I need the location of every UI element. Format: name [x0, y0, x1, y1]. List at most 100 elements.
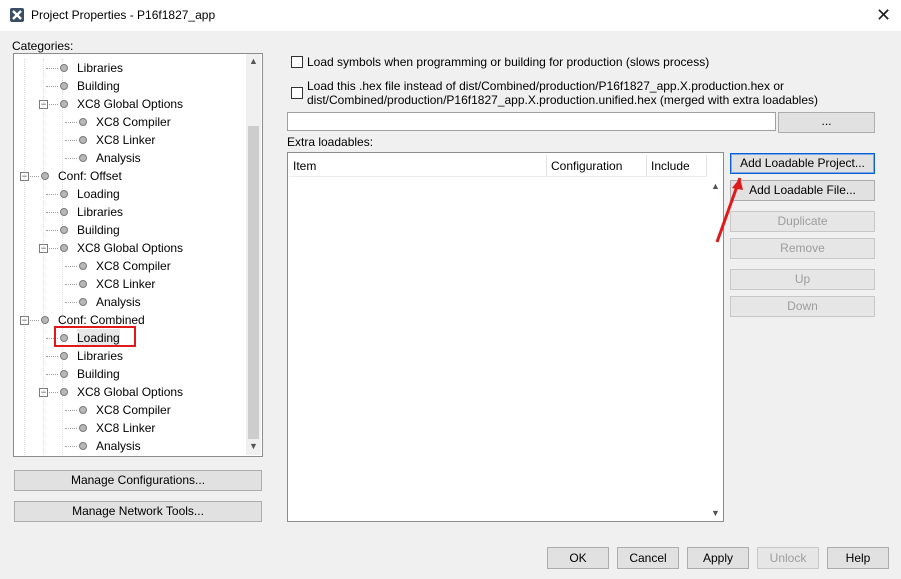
close-icon[interactable]: ✕	[876, 6, 891, 24]
tree-node-icon	[79, 118, 87, 126]
help-button[interactable]: Help	[827, 547, 889, 569]
tree-item-label: Libraries	[77, 61, 124, 75]
tree-item[interactable]: Analysis	[14, 437, 246, 455]
tree-item[interactable]: Libraries	[14, 203, 246, 221]
tree-item[interactable]: − XC8 Global Options	[14, 239, 246, 257]
tree-item-label: Conf: Offset	[58, 169, 122, 183]
tree-node-icon	[79, 154, 87, 162]
tree-guide-line	[65, 446, 77, 447]
tree-item-label: XC8 Compiler	[96, 115, 171, 129]
extra-loadables-label: Extra loadables:	[287, 135, 374, 149]
scroll-thumb[interactable]	[248, 126, 259, 439]
tree-item[interactable]: Libraries	[14, 347, 246, 365]
tree-item-label: Analysis	[96, 151, 141, 165]
tree-guide-line	[65, 140, 77, 141]
hex-file-path-input[interactable]	[287, 112, 776, 131]
tree-item[interactable]: XC8 Compiler	[14, 401, 246, 419]
annotation-arrow	[715, 177, 743, 243]
tree-node-icon	[79, 136, 87, 144]
tree-guide-line	[24, 59, 25, 456]
tree-item-label: Analysis	[96, 439, 141, 453]
tree-item[interactable]: Building	[14, 77, 246, 95]
tree-item-label: XC8 Linker	[96, 421, 156, 435]
tree-node-icon	[79, 280, 87, 288]
tree-guide-line	[46, 68, 58, 69]
categories-label: Categories:	[12, 39, 74, 53]
ok-button[interactable]: OK	[547, 547, 609, 569]
tree-item[interactable]: Building	[14, 221, 246, 239]
tree-guide-line	[46, 212, 58, 213]
column-header-item[interactable]: Item	[289, 155, 547, 177]
app-logo-icon	[10, 8, 24, 22]
title-bar: Project Properties - P16f1827_app ✕	[0, 0, 901, 31]
tree-guide-line	[65, 284, 77, 285]
tree-item-label: Building	[77, 367, 120, 381]
load-hex-label-line1: Load this .hex file instead of dist/Comb…	[307, 79, 784, 93]
column-header-configuration[interactable]: Configuration	[547, 155, 647, 177]
unlock-button[interactable]: Unlock	[757, 547, 819, 569]
tree-item[interactable]: Loading	[14, 185, 246, 203]
tree-item[interactable]: − XC8 Global Options	[14, 95, 246, 113]
apply-button[interactable]: Apply	[687, 547, 749, 569]
tree-node-icon	[79, 406, 87, 414]
tree-item[interactable]: Libraries	[14, 59, 246, 77]
add-loadable-file-button[interactable]: Add Loadable File...	[730, 180, 875, 201]
tree-guide-line	[65, 266, 77, 267]
tree-item-label: XC8 Linker	[96, 277, 156, 291]
scroll-down-icon[interactable]: ▼	[249, 441, 258, 451]
load-hex-checkbox[interactable]	[291, 87, 303, 99]
tree-item-label: Analysis	[96, 295, 141, 309]
tree-guide-line	[62, 59, 63, 456]
tree-guide-line	[65, 158, 77, 159]
up-button[interactable]: Up	[730, 269, 875, 290]
add-loadable-project-button[interactable]: Add Loadable Project...	[730, 153, 875, 174]
duplicate-button[interactable]: Duplicate	[730, 211, 875, 232]
manage-network-tools-button[interactable]: Manage Network Tools...	[14, 501, 262, 522]
cancel-button[interactable]: Cancel	[617, 547, 679, 569]
browse-button[interactable]: ...	[778, 112, 875, 133]
window-title: Project Properties - P16f1827_app	[31, 8, 216, 22]
tree-item-label: XC8 Linker	[96, 133, 156, 147]
tree-node-icon	[79, 442, 87, 450]
tree-item[interactable]: Building	[14, 365, 246, 383]
tree-guide-line	[43, 59, 44, 456]
tree-item-label: XC8 Global Options	[77, 385, 184, 399]
tree-guide-line	[46, 230, 58, 231]
load-hex-label-line2: dist/Combined/production/P16f1827_app.X.…	[307, 93, 818, 107]
tree-guide-line	[46, 194, 58, 195]
tree-guide-line	[65, 122, 77, 123]
manage-configurations-button[interactable]: Manage Configurations...	[14, 470, 262, 491]
tree-item[interactable]: − Conf: Offset	[14, 167, 246, 185]
tree-guide-line	[46, 374, 58, 375]
tree-item[interactable]: XC8 Compiler	[14, 113, 246, 131]
remove-button[interactable]: Remove	[730, 238, 875, 259]
tree-guide-line	[65, 410, 77, 411]
tree-node-icon	[79, 424, 87, 432]
tree-item-label: XC8 Compiler	[96, 259, 171, 273]
tree-item-label: XC8 Global Options	[77, 97, 184, 111]
tree-item[interactable]: XC8 Compiler	[14, 257, 246, 275]
tree-item-label: Building	[77, 79, 120, 93]
table-scroll-down-icon[interactable]: ▼	[711, 508, 720, 518]
tree-item-label: Building	[77, 223, 120, 237]
tree-item[interactable]: − XC8 Global Options	[14, 383, 246, 401]
tree-item[interactable]: Analysis	[14, 149, 246, 167]
load-symbols-label: Load symbols when programming or buildin…	[307, 55, 710, 69]
tree-item[interactable]: XC8 Linker	[14, 131, 246, 149]
extra-loadables-table[interactable]: Item Configuration Include ▲ ▼	[287, 152, 724, 522]
tree-scrollbar[interactable]: ▲ ▼	[246, 54, 261, 455]
tree-item[interactable]: XC8 Linker	[14, 275, 246, 293]
tree-item[interactable]: XC8 Linker	[14, 419, 246, 437]
tree-item-label: XC8 Global Options	[77, 241, 184, 255]
column-header-include[interactable]: Include	[647, 155, 707, 177]
load-symbols-checkbox[interactable]	[291, 56, 303, 68]
tree-item-label: Loading	[77, 187, 120, 201]
categories-tree[interactable]: Libraries Building − XC8 Global Options XC8 …	[13, 53, 263, 457]
scroll-up-icon[interactable]: ▲	[249, 56, 258, 66]
tree-item[interactable]: Analysis	[14, 293, 246, 311]
annotation-highlight-box	[54, 326, 136, 347]
tree-item-label: Libraries	[77, 349, 124, 363]
down-button[interactable]: Down	[730, 296, 875, 317]
tree-guide-line	[65, 428, 77, 429]
tree-item-label: Libraries	[77, 205, 124, 219]
